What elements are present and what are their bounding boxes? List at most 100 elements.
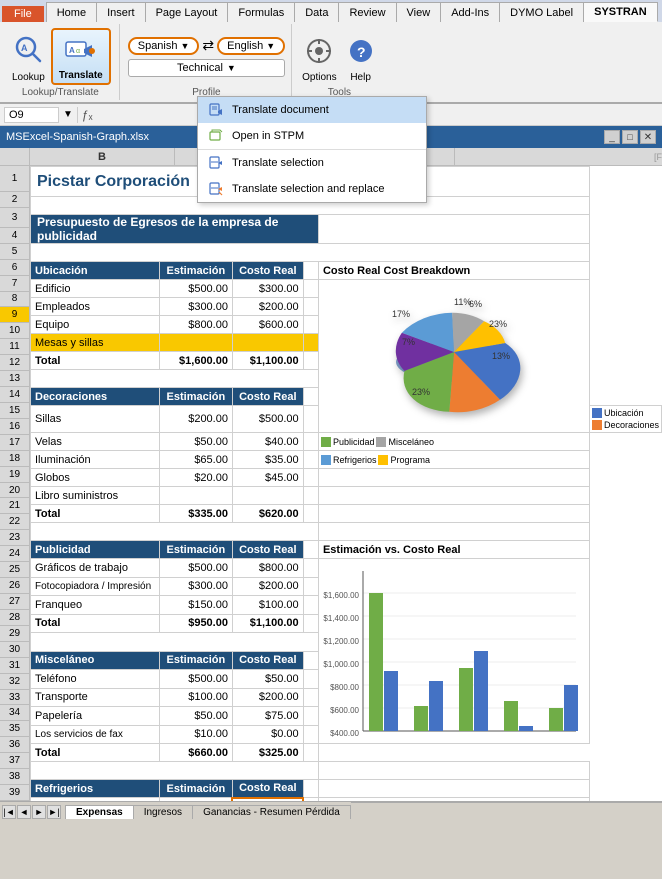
cell-e15[interactable] xyxy=(303,451,318,469)
cell-ref-input[interactable] xyxy=(4,107,59,123)
cell-b17[interactable]: Libro suministros xyxy=(31,487,160,505)
row-num-8[interactable]: 8 xyxy=(0,292,29,308)
row-num-6[interactable]: 6 xyxy=(0,260,29,276)
cell-e12[interactable] xyxy=(303,388,318,406)
cell-e24[interactable] xyxy=(303,614,318,633)
file-tab[interactable]: File xyxy=(2,6,44,22)
cell-row32[interactable] xyxy=(31,762,319,780)
cell-c18[interactable]: $335.00 xyxy=(159,505,232,523)
cell-d12[interactable]: Costo Real xyxy=(232,388,303,406)
row-num-27[interactable]: 27 xyxy=(0,594,29,610)
cell-d22[interactable]: $200.00 xyxy=(232,577,303,596)
swap-icon[interactable]: ⇄ xyxy=(202,37,214,54)
cell-d16[interactable]: $45.00 xyxy=(232,469,303,487)
tab-insert[interactable]: Insert xyxy=(97,2,146,22)
dropdown-item-translate-sel-replace[interactable]: Translate selection and replace xyxy=(198,176,426,202)
cell-d7[interactable]: $200.00 xyxy=(232,298,303,316)
row-num-26[interactable]: 26 xyxy=(0,578,29,594)
row-num-5[interactable]: 5 xyxy=(0,244,29,260)
cell-b27[interactable]: Teléfono xyxy=(31,670,160,689)
cell-d33[interactable]: Costo Real xyxy=(232,780,303,798)
cell-f33[interactable] xyxy=(318,780,589,798)
cell-d13[interactable]: $500.00 xyxy=(232,406,303,433)
cell-f14[interactable]: Publicidad Misceláneo xyxy=(318,433,589,451)
cell-f19[interactable] xyxy=(318,523,589,541)
nav-last-arrow[interactable]: ►| xyxy=(47,805,61,819)
cell-d21[interactable]: $800.00 xyxy=(232,559,303,578)
cell-f6[interactable]: 23% 13% 17% 7% 23% 11% 6% xyxy=(318,280,589,433)
cell-e6[interactable] xyxy=(303,280,318,298)
cell-e28[interactable] xyxy=(303,688,318,707)
row-num-7[interactable]: 7 xyxy=(0,276,29,292)
tab-home[interactable]: Home xyxy=(46,2,97,22)
cell-e5[interactable] xyxy=(303,262,318,280)
cell-c14[interactable]: $50.00 xyxy=(159,433,232,451)
cell-b3[interactable]: Presupuesto de Egresos de la empresa de … xyxy=(31,215,319,244)
cell-c16[interactable]: $20.00 xyxy=(159,469,232,487)
cell-b24[interactable]: Total xyxy=(31,614,160,633)
row-num-1[interactable]: 1 xyxy=(0,166,29,192)
cell-d28[interactable]: $200.00 xyxy=(232,688,303,707)
cell-d27[interactable]: $50.00 xyxy=(232,670,303,689)
tab-view[interactable]: View xyxy=(397,2,442,22)
cell-e7[interactable] xyxy=(303,298,318,316)
cell-c20[interactable]: Estimación xyxy=(159,541,232,559)
row-num-31[interactable]: 31 xyxy=(0,658,29,674)
cell-d20[interactable]: Costo Real xyxy=(232,541,303,559)
cell-c5[interactable]: Estimación xyxy=(159,262,232,280)
cell-f20[interactable]: Estimación vs. Costo Real xyxy=(318,541,589,559)
cell-d5[interactable]: Costo Real xyxy=(232,262,303,280)
cell-f18[interactable] xyxy=(318,505,589,523)
row-num-33[interactable]: 33 xyxy=(0,690,29,706)
cell-row25[interactable] xyxy=(31,633,319,652)
row-num-32[interactable]: 32 xyxy=(0,674,29,690)
cell-f21[interactable]: $400.00 $600.00 $800.00 $1,000.00 $1,200… xyxy=(318,559,589,744)
row-num-4[interactable]: 4 xyxy=(0,228,29,244)
cell-e30[interactable] xyxy=(303,725,318,744)
row-num-38[interactable]: 38 xyxy=(0,769,29,785)
help-button[interactable]: ? Help xyxy=(343,28,379,85)
cell-d26[interactable]: Costo Real xyxy=(232,651,303,670)
cell-e33[interactable] xyxy=(303,780,318,798)
nav-first-arrow[interactable]: |◄ xyxy=(2,805,16,819)
cell-row4[interactable] xyxy=(31,244,590,262)
nav-next-arrow[interactable]: ► xyxy=(32,805,46,819)
cell-e20[interactable] xyxy=(303,541,318,559)
cell-b13[interactable]: Sillas xyxy=(31,406,160,433)
translate-button[interactable]: A α Translate xyxy=(51,28,111,85)
cell-c26[interactable]: Estimación xyxy=(159,651,232,670)
cell-c34[interactable]: $600.00 xyxy=(159,798,232,802)
cell-c17[interactable] xyxy=(159,487,232,505)
restore-btn[interactable]: □ xyxy=(622,130,638,144)
nav-prev-arrow[interactable]: ◄ xyxy=(17,805,31,819)
cell-b14[interactable]: Velas xyxy=(31,433,160,451)
cell-c9[interactable] xyxy=(159,334,232,352)
cell-d10[interactable]: $1,100.00 xyxy=(232,352,303,370)
row-num-12[interactable]: 12 xyxy=(0,355,29,371)
cell-e18[interactable] xyxy=(303,505,318,523)
cell-f15[interactable]: Refrigerios Programa xyxy=(318,451,589,469)
cell-e34[interactable] xyxy=(303,798,318,802)
function-wizard-icon[interactable]: ƒₓ xyxy=(82,108,93,122)
cell-d29[interactable]: $75.00 xyxy=(232,707,303,726)
cell-b28[interactable]: Transporte xyxy=(31,688,160,707)
row-num-15[interactable]: 15 xyxy=(0,403,29,419)
cell-e16[interactable] xyxy=(303,469,318,487)
tab-addins[interactable]: Add-Ins xyxy=(441,2,500,22)
cell-c13[interactable]: $200.00 xyxy=(159,406,232,433)
cell-b23[interactable]: Franqueo xyxy=(31,596,160,615)
row-num-3[interactable]: 3 xyxy=(0,208,29,227)
cell-c10[interactable]: $1,600.00 xyxy=(159,352,232,370)
cell-f16[interactable] xyxy=(318,469,589,487)
tab-systran[interactable]: SYSTRAN xyxy=(584,2,658,22)
cell-c6[interactable]: $500.00 xyxy=(159,280,232,298)
cell-d34[interactable]: $800.00 xyxy=(232,798,303,802)
tab-dymo[interactable]: DYMO Label xyxy=(500,2,584,22)
cell-c29[interactable]: $50.00 xyxy=(159,707,232,726)
cell-b21[interactable]: Gráficos de trabajo xyxy=(31,559,160,578)
cell-b26[interactable]: Misceláneo xyxy=(31,651,160,670)
minimize-btn[interactable]: _ xyxy=(604,130,620,144)
cell-c15[interactable]: $65.00 xyxy=(159,451,232,469)
cell-f13[interactable]: Ubicación Decoraciones xyxy=(589,406,661,433)
cell-e14[interactable] xyxy=(303,433,318,451)
